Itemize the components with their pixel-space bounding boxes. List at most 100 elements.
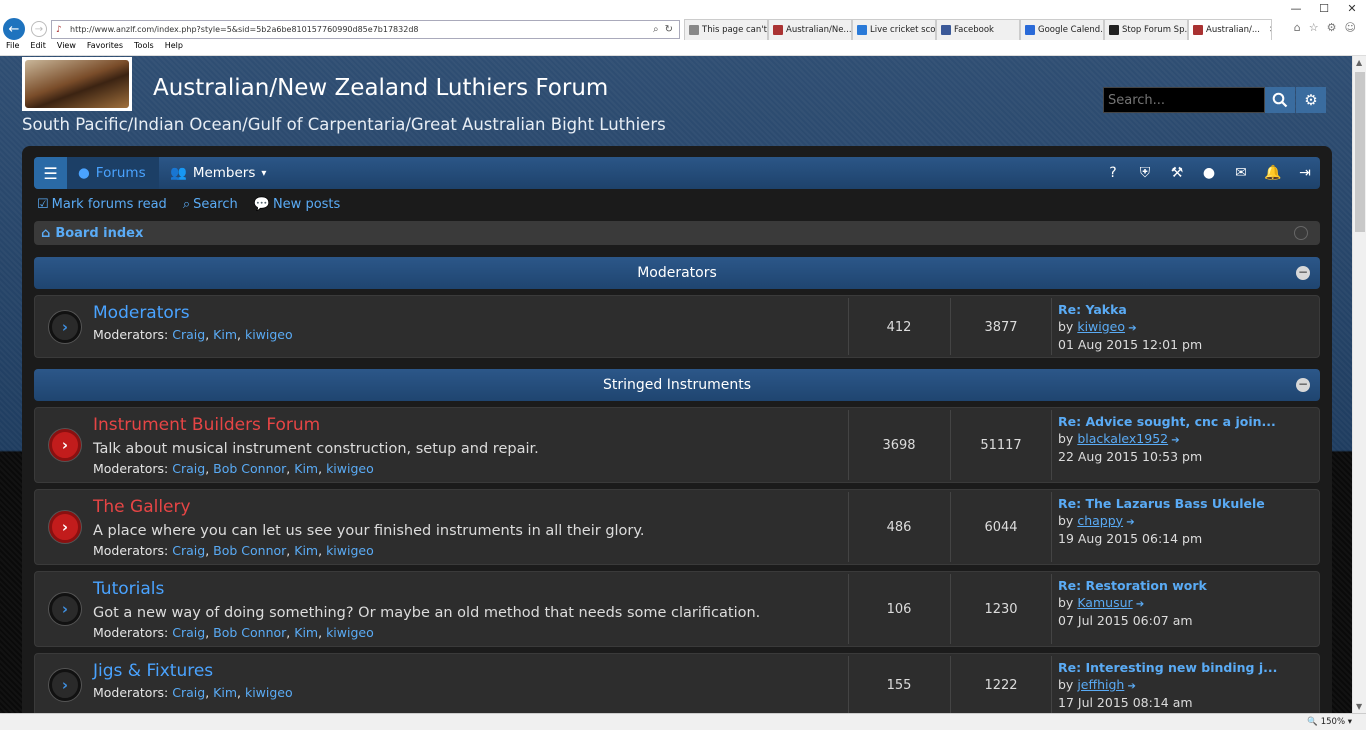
last-post-author-line: by jeffhigh ➔ [1058, 677, 1277, 696]
scroll-up-arrow-icon[interactable]: ▲ [1356, 58, 1362, 67]
collapse-icon[interactable]: − [1296, 266, 1310, 280]
last-post-author[interactable]: Kamusur [1077, 595, 1132, 610]
view-latest-post-icon[interactable]: ➔ [1133, 599, 1144, 610]
last-post-author[interactable]: chappy [1077, 513, 1123, 528]
view-latest-post-icon[interactable]: ➔ [1124, 681, 1136, 692]
category-title[interactable]: Moderators [637, 265, 717, 281]
mark-forums-read-link[interactable]: ☑ Mark forums read [37, 197, 167, 212]
browser-tab[interactable]: Google Calend... [1020, 19, 1104, 40]
column-divider [1051, 298, 1052, 355]
tab-forums[interactable]: ● Forums [67, 157, 159, 189]
last-post-author[interactable]: blackalex1952 [1077, 431, 1168, 446]
close-tab-icon[interactable]: ✕ [1269, 25, 1271, 35]
forum-title[interactable]: Moderators [93, 303, 190, 323]
last-post-author[interactable]: kiwigeo [1077, 319, 1125, 334]
moderator-link[interactable]: Craig [172, 327, 205, 342]
close-window-button[interactable]: ✕ [1338, 0, 1366, 18]
breadcrumb-board-index[interactable]: Board index [55, 226, 143, 241]
moderator-link[interactable]: Kim [294, 461, 318, 476]
moderator-link[interactable]: Kim [294, 543, 318, 558]
last-post-title[interactable]: Re: Advice sought, cnc a join... [1058, 414, 1276, 431]
vertical-scrollbar[interactable]: ▲ ▼ [1352, 56, 1366, 713]
moderator-link[interactable]: kiwigeo [326, 461, 374, 476]
menu-item[interactable]: File [6, 41, 19, 50]
view-latest-post-icon[interactable]: ➔ [1123, 517, 1134, 528]
tab-label: Stop Forum Sp... [1122, 25, 1188, 35]
moderator-link[interactable]: Kim [294, 625, 318, 640]
view-latest-post-icon[interactable]: ➔ [1125, 323, 1136, 334]
chevron-down-icon: ▾ [261, 167, 267, 179]
moderator-link[interactable]: Craig [172, 461, 205, 476]
forum-title[interactable]: The Gallery [93, 497, 191, 517]
gavel-icon[interactable]: ⚒ [1168, 164, 1186, 182]
tab-members[interactable]: 👥 Members ▾ [159, 157, 271, 189]
search-link[interactable]: ⌕ Search [183, 197, 238, 212]
forward-button[interactable]: → [31, 21, 47, 37]
zoom-level[interactable]: 🔍 150% ▾ [1307, 717, 1352, 727]
menu-item[interactable]: Favorites [87, 41, 123, 50]
search-input[interactable] [1103, 87, 1265, 113]
moderator-link[interactable]: Kim [213, 327, 237, 342]
quick-links-menu-button[interactable]: ☰ [34, 157, 67, 189]
view-latest-post-icon[interactable]: ➔ [1168, 435, 1179, 446]
settings-gear-icon[interactable]: ⚙ [1327, 21, 1337, 34]
search-dropdown-icon[interactable]: ⌕ [653, 24, 659, 35]
site-logo[interactable] [22, 57, 132, 111]
browser-tab[interactable]: Stop Forum Sp... [1104, 19, 1188, 40]
faq-icon[interactable]: ? [1104, 164, 1122, 182]
last-post-title[interactable]: Re: Restoration work [1058, 578, 1207, 595]
scrollbar-thumb[interactable] [1355, 72, 1365, 232]
advanced-search-button[interactable]: ⚙ [1296, 87, 1326, 113]
envelope-icon[interactable]: ✉ [1232, 164, 1250, 182]
last-post: Re: Yakka by kiwigeo ➔ 01 Aug 2015 12:01 p… [1058, 302, 1202, 354]
moderator-link[interactable]: Kim [213, 685, 237, 700]
browser-tab[interactable]: Australian/Ne... [768, 19, 852, 40]
moderator-link[interactable]: kiwigeo [326, 625, 374, 640]
back-button[interactable]: ← [3, 18, 25, 40]
moderators-label: Moderators: [93, 461, 169, 476]
moderator-link[interactable]: kiwigeo [326, 543, 374, 558]
last-post-title[interactable]: Re: Yakka [1058, 302, 1202, 319]
forum-title[interactable]: Tutorials [93, 579, 164, 599]
new-posts-link[interactable]: 💬 New posts [254, 197, 341, 212]
favorites-star-icon[interactable]: ☆ [1309, 21, 1319, 34]
refresh-icon[interactable]: ↻ [665, 24, 673, 35]
search-button[interactable] [1265, 87, 1295, 113]
browser-tab[interactable]: Australian/... ✕ [1188, 19, 1272, 40]
moderator-link[interactable]: Bob Connor [213, 625, 286, 640]
moderator-link[interactable]: Bob Connor [213, 461, 286, 476]
collapse-icon[interactable]: − [1296, 378, 1310, 392]
search-small-icon: ⌕ [182, 197, 191, 212]
moderator-link[interactable]: Bob Connor [213, 543, 286, 558]
category-title[interactable]: Stringed Instruments [603, 377, 751, 393]
smiley-icon[interactable]: ☺ [1345, 21, 1356, 34]
menu-item[interactable]: Tools [134, 41, 154, 50]
moderator-link[interactable]: kiwigeo [245, 685, 293, 700]
user-icon[interactable]: ● [1200, 164, 1218, 182]
last-post-author[interactable]: jeffhigh [1077, 677, 1124, 692]
site-title[interactable]: Australian/New Zealand Luthiers Forum [153, 75, 608, 101]
moderator-link[interactable]: Craig [172, 543, 205, 558]
address-bar[interactable]: ♪ http://www.anzlf.com/index.php?style=5… [51, 20, 680, 39]
bell-icon[interactable]: 🔔 [1264, 164, 1282, 182]
logout-icon[interactable]: ⇥ [1296, 164, 1314, 182]
menu-item[interactable]: Help [165, 41, 183, 50]
browser-tab[interactable]: Live cricket sco... [852, 19, 936, 40]
minimize-button[interactable]: — [1282, 0, 1310, 18]
menu-item[interactable]: View [57, 41, 76, 50]
home-icon[interactable]: ⌂ [1294, 21, 1301, 34]
browser-tab[interactable]: This page can't... [684, 19, 768, 40]
column-divider [1051, 410, 1052, 480]
menu-item[interactable]: Edit [30, 41, 46, 50]
shield-icon[interactable]: ⛨ [1136, 164, 1154, 182]
last-post-title[interactable]: Re: Interesting new binding j... [1058, 660, 1277, 677]
moderator-link[interactable]: Craig [172, 685, 205, 700]
moderator-link[interactable]: Craig [172, 625, 205, 640]
last-post-title[interactable]: Re: The Lazarus Bass Ukulele [1058, 496, 1265, 513]
forum-title[interactable]: Jigs & Fixtures [93, 661, 213, 681]
browser-tab[interactable]: Facebook [936, 19, 1020, 40]
scroll-down-arrow-icon[interactable]: ▼ [1356, 702, 1362, 711]
maximize-button[interactable]: ☐ [1310, 0, 1338, 18]
moderator-link[interactable]: kiwigeo [245, 327, 293, 342]
forum-title[interactable]: Instrument Builders Forum [93, 415, 320, 435]
